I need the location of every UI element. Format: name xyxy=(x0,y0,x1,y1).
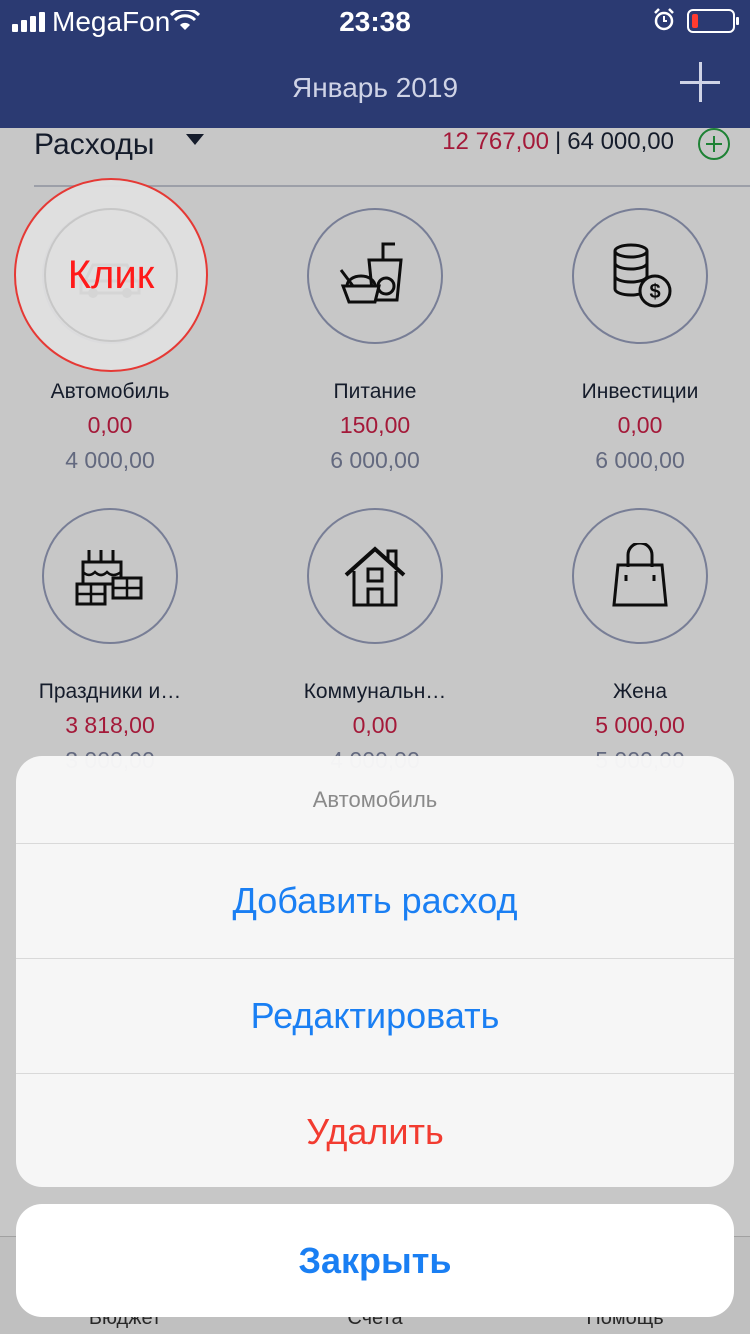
add-expense-button[interactable]: Добавить расход xyxy=(16,844,734,959)
alarm-icon xyxy=(654,8,674,31)
clock-label: 23:38 xyxy=(339,6,411,37)
battery-icon xyxy=(687,9,739,33)
click-label: Клик xyxy=(67,252,155,297)
close-button[interactable]: Закрыть xyxy=(16,1204,734,1317)
edit-button[interactable]: Редактировать xyxy=(16,959,734,1074)
click-indicator: Клик xyxy=(14,178,208,372)
status-bar: MegaFon 23:38 xyxy=(0,0,750,40)
action-sheet: Автомобиль Добавить расход Редактировать… xyxy=(16,756,734,1187)
top-bar: MegaFon 23:38 Январь 2019 xyxy=(0,0,750,128)
add-plus-icon[interactable] xyxy=(680,62,720,102)
action-sheet-title: Автомобиль xyxy=(16,756,734,844)
delete-button[interactable]: Удалить xyxy=(16,1074,734,1187)
page-title: Январь 2019 xyxy=(291,72,459,103)
